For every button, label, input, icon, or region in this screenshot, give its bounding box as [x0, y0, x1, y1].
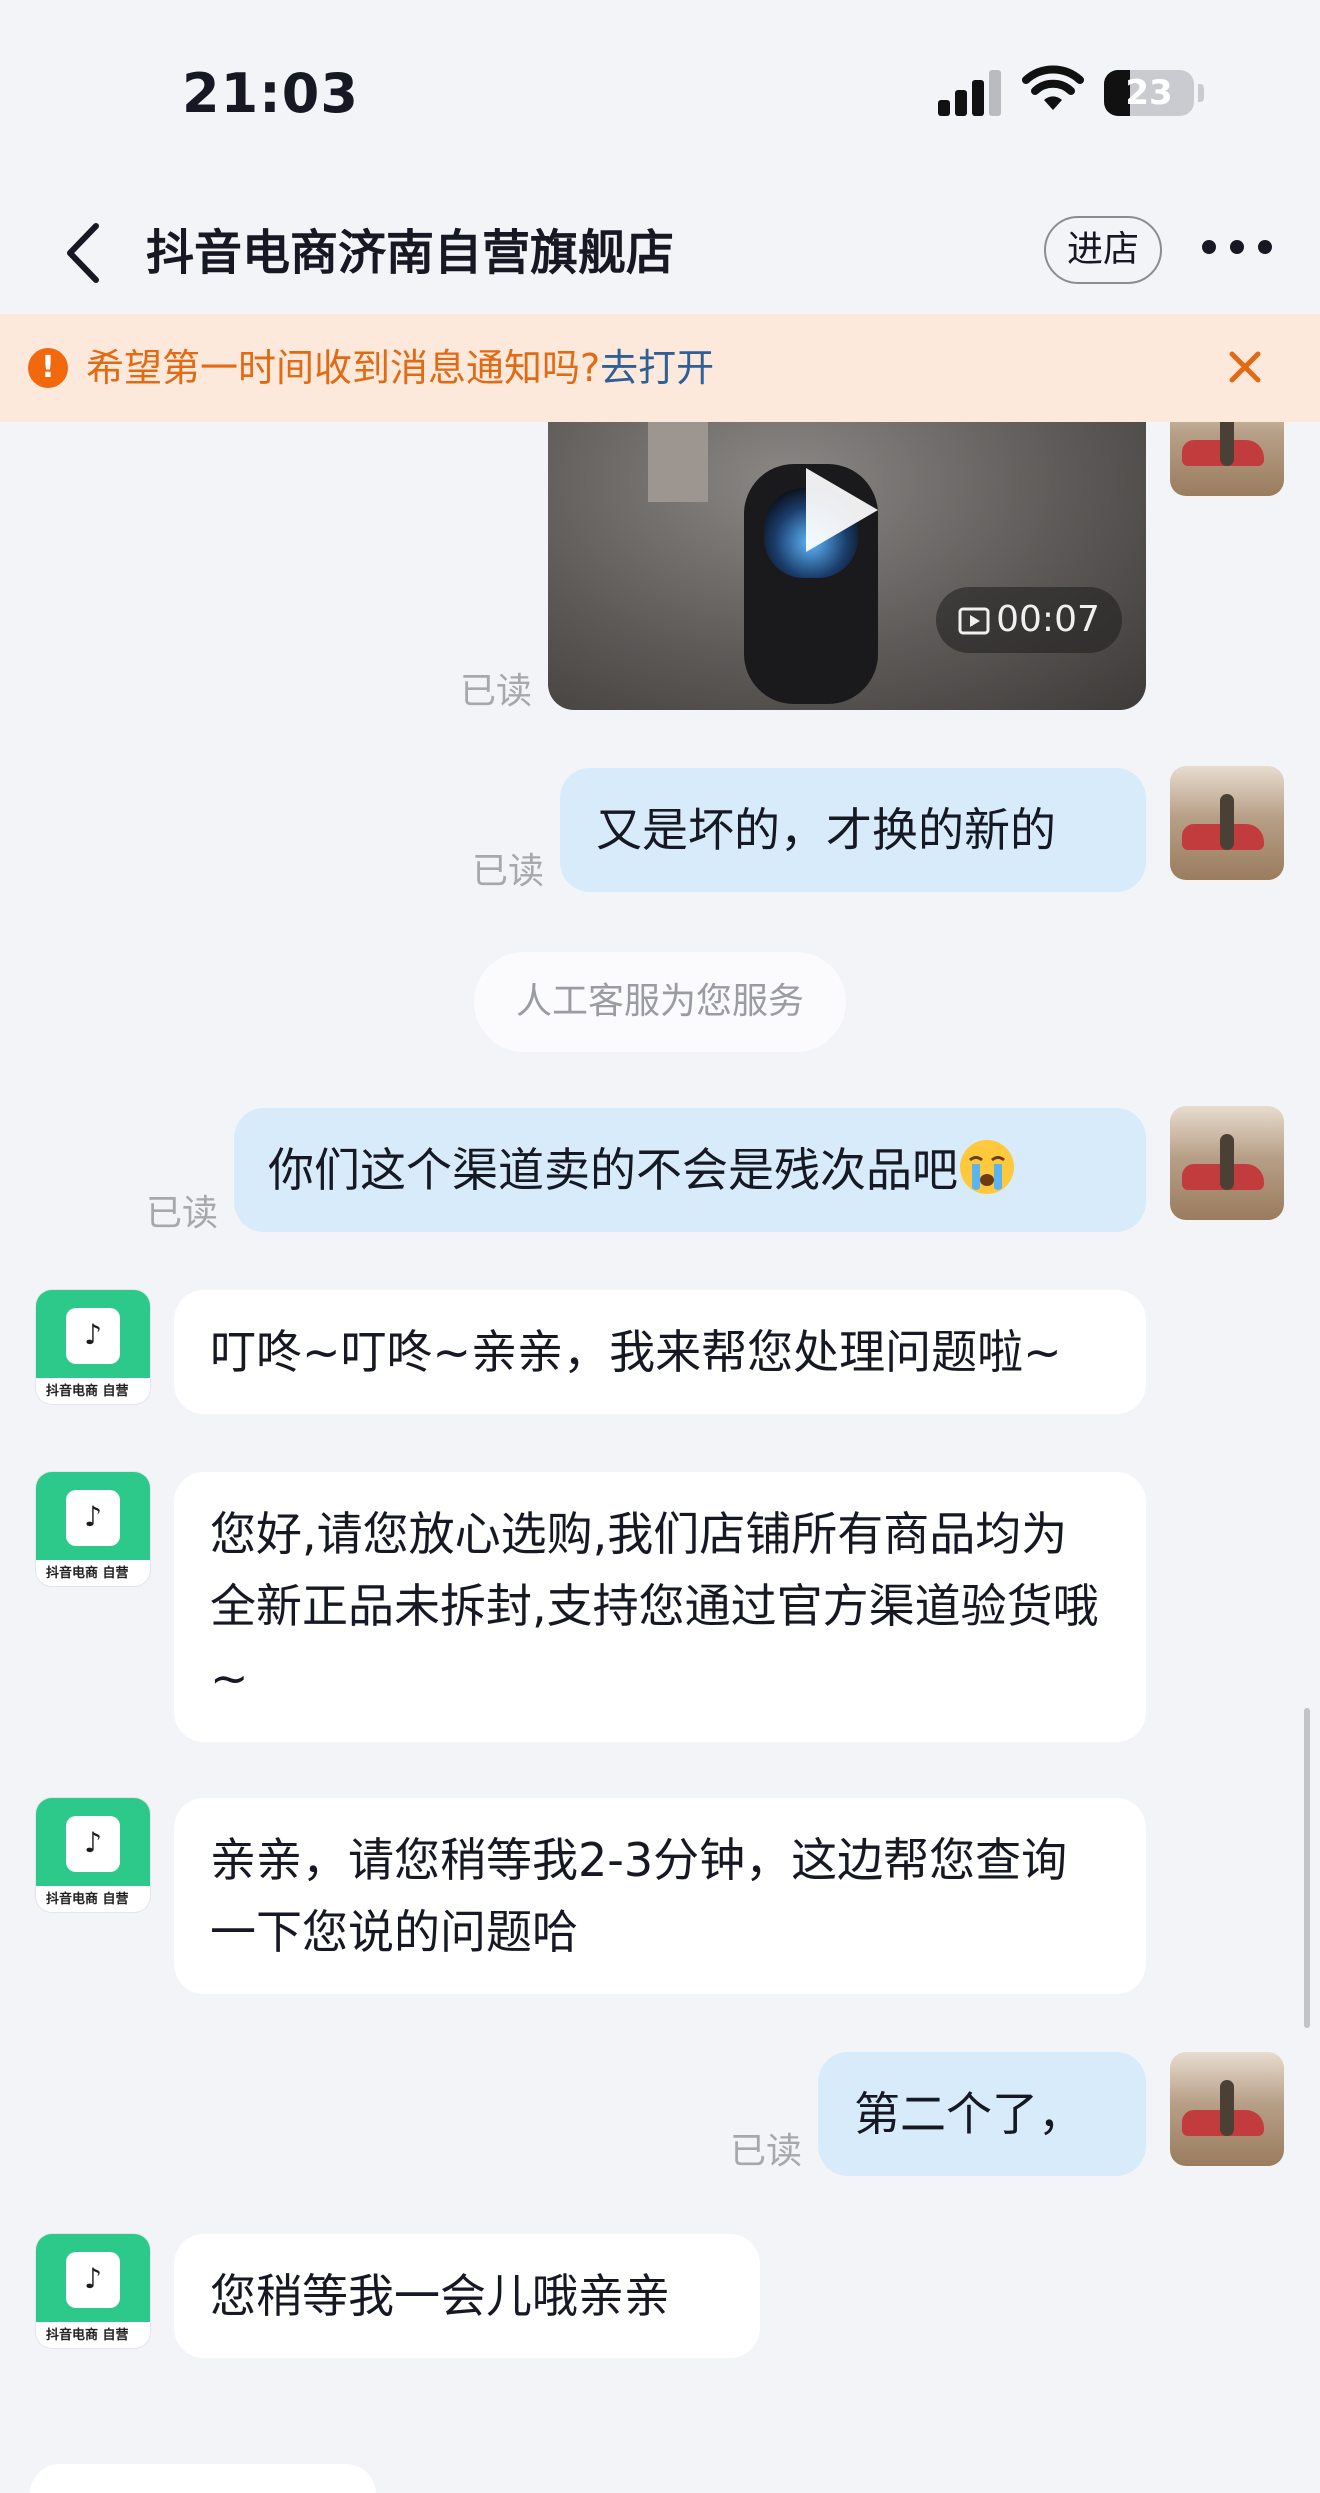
status-time: 21:03 — [182, 62, 359, 125]
read-status: 已读 — [146, 1193, 219, 1234]
message-bubble[interactable]: 亲亲，请您稍等我2-3分钟，这边帮您查询一下您说的问题哈 — [174, 1798, 1146, 1994]
shop-avatar-caption: 抖音电商 自营 — [46, 2328, 129, 2343]
video-icon — [958, 607, 990, 635]
crying-emoji-icon — [960, 1140, 1014, 1194]
enable-notification-link[interactable]: 去打开 — [600, 346, 714, 390]
signal-icon — [938, 70, 1004, 116]
close-icon[interactable] — [1224, 346, 1266, 388]
message-bubble[interactable]: 又是坏的，才换的新的 — [560, 768, 1146, 892]
partial-card — [30, 2464, 376, 2493]
scrollbar[interactable] — [1304, 1708, 1310, 2028]
message-text: 叮咚~叮咚~亲亲，我来帮您处理问题啦~ — [210, 1325, 1062, 1379]
shop-avatar[interactable]: ♪ 抖音电商 自营 — [36, 2234, 150, 2348]
read-status: 已读 — [730, 2131, 803, 2172]
shop-avatar-caption: 抖音电商 自营 — [46, 1566, 129, 1581]
system-message: 人工客服为您服务 — [474, 952, 846, 1052]
shop-avatar-caption: 抖音电商 自营 — [46, 1384, 129, 1399]
notice-text: 希望第一时间收到消息通知吗? — [86, 346, 601, 390]
video-duration: 00:07 — [936, 587, 1122, 653]
avatar[interactable] — [1170, 422, 1284, 496]
battery-level: 23 — [1125, 73, 1173, 113]
page-title: 抖音电商济南自营旗舰店 — [146, 225, 675, 281]
video-message[interactable]: 00:07 — [548, 422, 1146, 710]
header: 抖音电商济南自营旗舰店 进店 — [0, 190, 1320, 314]
message-text: 第二个了， — [854, 2087, 1084, 2141]
avatar[interactable] — [1170, 2052, 1284, 2166]
status-bar: 21:03 23 — [0, 0, 1320, 190]
message-text: 您好,请您放心选购,我们店铺所有商品均为全新正品未拆封,支持您通过官方渠道验货哦… — [210, 1507, 1099, 1705]
message-text: 亲亲，请您稍等我2-3分钟，这边帮您查询一下您说的问题哈 — [210, 1833, 1068, 1959]
read-status: 已读 — [472, 851, 545, 892]
notification-banner: ! 希望第一时间收到消息通知吗?去打开 — [0, 314, 1320, 422]
battery-icon: 23 — [1104, 70, 1194, 116]
message-bubble[interactable]: 第二个了， — [818, 2052, 1146, 2176]
message-bubble[interactable]: 叮咚~叮咚~亲亲，我来帮您处理问题啦~ — [174, 1290, 1146, 1414]
back-icon[interactable] — [56, 218, 116, 288]
enter-store-button[interactable]: 进店 — [1044, 216, 1162, 284]
message-bubble[interactable]: 你们这个渠道卖的不会是残次品吧 — [234, 1108, 1146, 1232]
duration-text: 00:07 — [996, 599, 1100, 640]
more-icon[interactable] — [1202, 240, 1272, 260]
shop-avatar[interactable]: ♪ 抖音电商 自营 — [36, 1798, 150, 1912]
chat-area[interactable]: 00:07 已读 又是坏的，才换的新的 已读 人工客服为您服务 你们这个渠道卖的… — [0, 422, 1320, 2493]
message-text: 又是坏的，才换的新的 — [596, 803, 1056, 857]
message-bubble[interactable]: 您稍等我一会儿哦亲亲 — [174, 2234, 760, 2358]
message-text: 您稍等我一会儿哦亲亲 — [210, 2269, 670, 2323]
message-text: 你们这个渠道卖的不会是残次品吧 — [268, 1143, 958, 1197]
shop-avatar-caption: 抖音电商 自营 — [46, 1892, 129, 1907]
read-status: 已读 — [460, 671, 533, 712]
play-icon[interactable] — [796, 462, 884, 558]
wifi-icon — [1022, 65, 1084, 110]
shop-avatar[interactable]: ♪ 抖音电商 自营 — [36, 1472, 150, 1586]
avatar[interactable] — [1170, 766, 1284, 880]
avatar[interactable] — [1170, 1106, 1284, 1220]
alert-icon: ! — [28, 348, 68, 388]
shop-avatar[interactable]: ♪ 抖音电商 自营 — [36, 1290, 150, 1404]
message-bubble[interactable]: 您好,请您放心选购,我们店铺所有商品均为全新正品未拆封,支持您通过官方渠道验货哦… — [174, 1472, 1146, 1742]
